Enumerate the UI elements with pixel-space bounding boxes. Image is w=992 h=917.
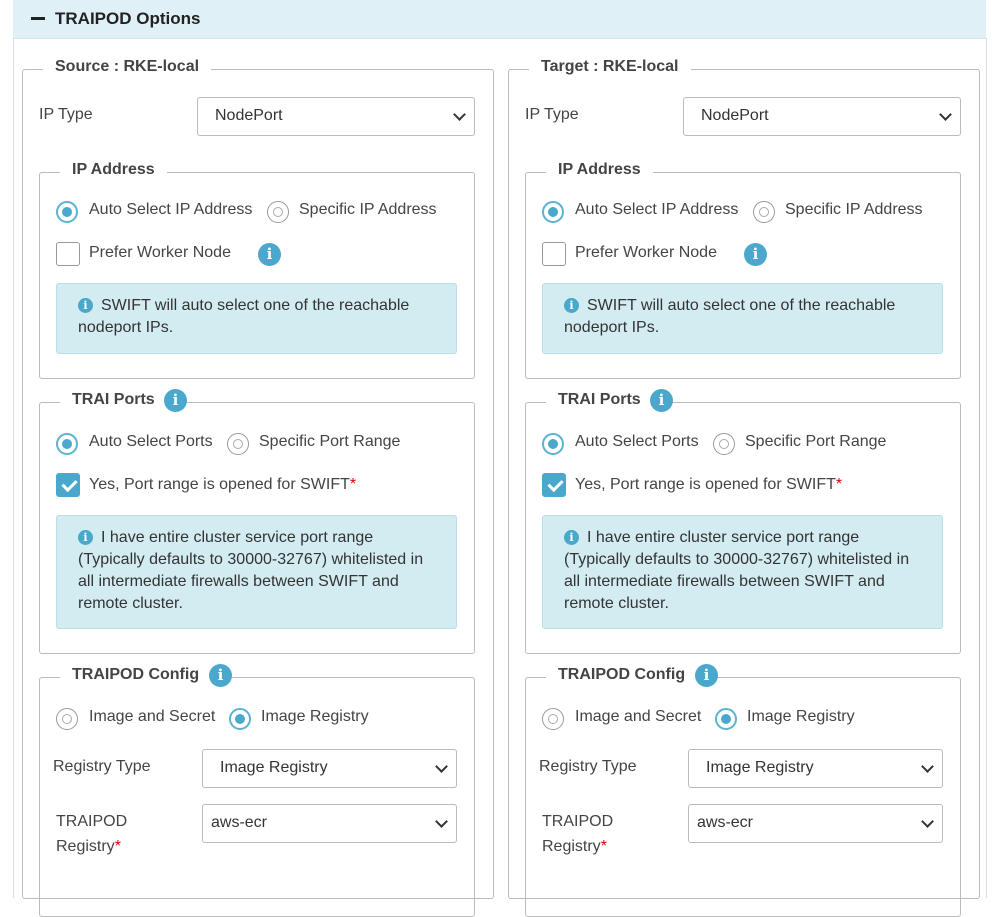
prefer-worker-label: Prefer Worker Node (575, 244, 717, 261)
ip-address-alert-text: SWIFT will auto select one of the reacha… (564, 297, 896, 336)
port-range-confirm-text: Yes, Port range is opened for SWIFT (575, 476, 836, 493)
registry-type-value: Image Registry (706, 759, 814, 776)
auto-select-ports-label: Auto Select Ports (575, 433, 699, 450)
chevron-down-icon (435, 815, 448, 828)
specific-port-range-label: Specific Port Range (259, 433, 401, 450)
traipod-registry-label-2: Registry* (542, 838, 607, 856)
port-range-confirm-label: Yes, Port range is opened for SWIFT* (575, 476, 842, 494)
port-range-confirm-checkbox[interactable] (542, 473, 566, 497)
info-icon[interactable]: i (164, 389, 187, 412)
required-asterisk: * (835, 476, 843, 493)
auto-select-ip-label: Auto Select IP Address (575, 201, 739, 218)
required-asterisk: * (349, 476, 357, 493)
registry-type-label: Registry Type (539, 758, 637, 775)
registry-type-value: Image Registry (220, 759, 328, 776)
prefer-worker-checkbox[interactable] (542, 242, 566, 266)
image-and-secret-radio[interactable] (542, 708, 564, 730)
trai-ports-alert-text: I have entire cluster service port range… (564, 529, 910, 612)
ip-type-select[interactable]: NodePort (683, 97, 961, 136)
registry-type-select[interactable]: Image Registry (202, 749, 457, 788)
chevron-down-icon (435, 760, 448, 773)
cluster-legend: Target : RKE-local (529, 58, 691, 76)
traipod-registry-select[interactable]: aws-ecr (688, 804, 943, 843)
image-registry-radio[interactable] (229, 708, 251, 730)
auto-select-ports-radio[interactable] (542, 433, 564, 455)
required-asterisk: * (600, 838, 607, 855)
port-range-confirm-text: Yes, Port range is opened for SWIFT (89, 476, 350, 493)
info-icon[interactable]: i (209, 664, 232, 687)
ip-type-value: NodePort (215, 107, 283, 124)
trai-ports-alert-text: I have entire cluster service port range… (78, 529, 424, 612)
specific-ip-label: Specific IP Address (785, 201, 923, 218)
specific-ip-radio[interactable] (753, 201, 775, 223)
ip-address-alert-text: SWIFT will auto select one of the reacha… (78, 297, 410, 336)
specific-ip-label: Specific IP Address (299, 201, 437, 218)
image-and-secret-label: Image and Secret (89, 708, 216, 725)
traipod-config-legend: TRAIPOD Config (546, 666, 698, 684)
chevron-down-icon (921, 760, 934, 773)
trai-ports-legend: TRAI Ports (60, 391, 167, 409)
auto-select-ip-radio[interactable] (542, 201, 564, 223)
traipod-registry-label-2-text: Registry (542, 838, 601, 855)
ip-address-alert: i SWIFT will auto select one of the reach… (56, 283, 457, 354)
image-registry-label: Image Registry (261, 708, 369, 725)
specific-ip-radio[interactable] (267, 201, 289, 223)
image-and-secret-label: Image and Secret (575, 708, 702, 725)
traipod-registry-label-1: TRAIPOD (542, 813, 614, 830)
auto-select-ports-radio[interactable] (56, 433, 78, 455)
info-icon: i (78, 530, 93, 545)
traipod-config-legend: TRAIPOD Config (60, 666, 212, 684)
ip-address-legend: IP Address (60, 161, 167, 179)
ip-address-alert: i SWIFT will auto select one of the reach… (542, 283, 943, 354)
chevron-down-icon (921, 815, 934, 828)
cluster-legend: Source : RKE-local (43, 58, 212, 76)
ip-type-label: IP Type (525, 106, 579, 123)
auto-select-ip-label: Auto Select IP Address (89, 201, 253, 218)
chevron-down-icon (453, 108, 466, 121)
registry-type-select[interactable]: Image Registry (688, 749, 943, 788)
info-icon[interactable]: i (744, 243, 767, 266)
trai-ports-alert: iI have entire cluster service port rang… (56, 515, 457, 629)
ip-type-value: NodePort (701, 107, 769, 124)
info-icon[interactable]: i (258, 243, 281, 266)
required-asterisk: * (114, 838, 121, 855)
auto-select-ip-radio[interactable] (56, 201, 78, 223)
prefer-worker-label: Prefer Worker Node (89, 244, 231, 261)
ip-type-label: IP Type (39, 106, 93, 123)
specific-port-range-radio[interactable] (713, 433, 735, 455)
image-and-secret-radio[interactable] (56, 708, 78, 730)
port-range-confirm-label: Yes, Port range is opened for SWIFT* (89, 476, 356, 494)
ip-address-legend: IP Address (546, 161, 653, 179)
traipod-registry-value: aws-ecr (211, 814, 268, 831)
traipod-registry-label-2: Registry* (56, 838, 121, 856)
specific-port-range-radio[interactable] (227, 433, 249, 455)
image-registry-label: Image Registry (747, 708, 855, 725)
left-gutter (0, 0, 13, 888)
image-registry-radio[interactable] (715, 708, 737, 730)
info-icon: i (78, 298, 93, 313)
info-icon[interactable]: i (695, 664, 718, 687)
chevron-down-icon (939, 108, 952, 121)
target-column: Target : RKE-local IP Type NodePort IP A… (499, 0, 989, 917)
info-icon: i (564, 298, 579, 313)
trai-ports-legend: TRAI Ports (546, 391, 653, 409)
port-range-confirm-checkbox[interactable] (56, 473, 80, 497)
specific-port-range-label: Specific Port Range (745, 433, 887, 450)
traipod-registry-label-1: TRAIPOD (56, 813, 128, 830)
traipod-registry-value: aws-ecr (697, 814, 754, 831)
trai-ports-alert: iI have entire cluster service port rang… (542, 515, 943, 629)
traipod-registry-label-2-text: Registry (56, 838, 115, 855)
info-icon[interactable]: i (650, 389, 673, 412)
traipod-registry-select[interactable]: aws-ecr (202, 804, 457, 843)
registry-type-label: Registry Type (53, 758, 151, 775)
auto-select-ports-label: Auto Select Ports (89, 433, 213, 450)
source-column: Source : RKE-local IP Type NodePort IP A… (13, 0, 503, 917)
ip-type-select[interactable]: NodePort (197, 97, 475, 136)
info-icon: i (564, 530, 579, 545)
prefer-worker-checkbox[interactable] (56, 242, 80, 266)
